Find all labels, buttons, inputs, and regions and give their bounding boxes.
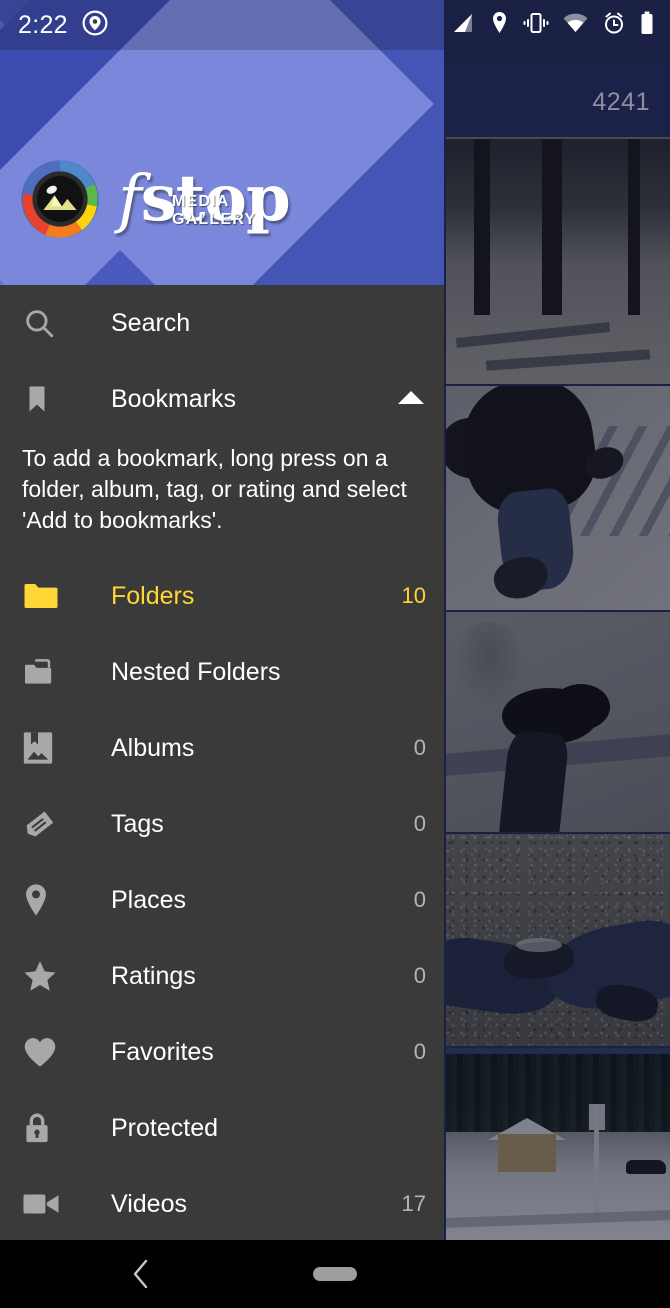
wifi-icon (563, 13, 588, 38)
drawer-item-protected[interactable]: Protected (0, 1090, 444, 1166)
drawer-item-folders[interactable]: Folders 10 (0, 558, 444, 634)
status-bar: 2:22 (0, 0, 670, 50)
drawer-item-label: Favorites (111, 1037, 214, 1066)
app-logo: fstop MEDIA GALLERY (14, 153, 291, 245)
star-icon (22, 959, 68, 993)
thumbnail-image (446, 834, 670, 1046)
drawer-item-label: Tags (111, 809, 164, 838)
drawer-item-search[interactable]: Search (0, 285, 444, 361)
cellular-signal-icon (452, 12, 476, 39)
thumbnail-image (446, 139, 670, 384)
drawer-item-count: 0 (413, 811, 426, 836)
drawer-item-count: 0 (413, 1039, 426, 1064)
drawer-menu-list: Search Bookmarks To add a bookmark, long… (0, 285, 444, 1240)
tag-icon (22, 807, 68, 841)
drawer-item-albums[interactable]: Albums 0 (0, 710, 444, 786)
drawer-item-label: Folders (111, 581, 195, 610)
drawer-item-count: 10 (401, 583, 426, 608)
gallery-thumbnail[interactable] (446, 1048, 670, 1240)
gallery-thumbnail[interactable] (446, 834, 670, 1046)
drawer-item-label: Bookmarks (111, 384, 237, 413)
fstop-logo-icon (21, 160, 99, 238)
nested-folder-icon (22, 656, 68, 688)
drawer-item-label: Search (111, 308, 191, 337)
drawer-item-tags[interactable]: Tags 0 (0, 786, 444, 862)
drawer-item-label: Ratings (111, 961, 196, 990)
gallery-thumbnail[interactable] (446, 612, 670, 832)
drawer-item-label: Protected (111, 1113, 219, 1142)
video-camera-icon (22, 1191, 68, 1217)
heart-icon (22, 1036, 68, 1068)
logo-subtitle: MEDIA GALLERY (172, 193, 257, 228)
thumbnail-image (446, 386, 670, 610)
system-navigation-bar (0, 1240, 670, 1308)
vibrate-icon (523, 12, 549, 39)
drawer-item-bookmarks[interactable]: Bookmarks (0, 361, 444, 437)
bookmark-icon (22, 382, 68, 416)
logo-wordmark: fstop MEDIA GALLERY (118, 167, 291, 232)
drawer-item-ratings[interactable]: Ratings 0 (0, 938, 444, 1014)
drawer-item-videos[interactable]: Videos 17 (0, 1166, 444, 1240)
gallery-thumbnail[interactable] (446, 139, 670, 384)
album-icon (22, 731, 68, 765)
battery-icon (640, 11, 654, 40)
home-pill-indicator[interactable] (313, 1267, 357, 1281)
drawer-item-label: Videos (111, 1189, 187, 1218)
place-pin-icon (22, 883, 68, 917)
bookmarks-hint-text: To add a bookmark, long press on a folde… (22, 445, 407, 533)
drawer-item-nested-folders[interactable]: Nested Folders (0, 634, 444, 710)
lock-icon (22, 1111, 68, 1145)
location-pin-icon (490, 11, 509, 40)
gallery-thumbnail[interactable] (446, 386, 670, 610)
alarm-icon (602, 11, 626, 40)
drawer-item-label: Places (111, 885, 187, 914)
drawer-item-count: 17 (401, 1191, 426, 1216)
navigation-drawer: fstop MEDIA GALLERY Search Bookmarks To … (0, 0, 444, 1240)
search-icon (22, 306, 68, 340)
notification-app-icon (82, 10, 108, 41)
chevron-up-icon[interactable] (396, 388, 426, 411)
thumbnail-image (446, 1048, 670, 1240)
drawer-item-places[interactable]: Places 0 (0, 862, 444, 938)
back-chevron-icon[interactable] (130, 1240, 152, 1308)
phone-screen: 4241 fstop MEDIA GALLERY Search Bookmark… (0, 0, 670, 1308)
folder-icon (22, 581, 68, 611)
drawer-item-label: Nested Folders (111, 657, 281, 686)
status-clock: 2:22 (18, 10, 68, 39)
drawer-item-label: Albums (111, 733, 195, 762)
drawer-item-count: 0 (413, 735, 426, 760)
drawer-item-count: 0 (413, 887, 426, 912)
thumbnail-image (446, 612, 670, 832)
gallery-count-label: 4241 (592, 88, 650, 116)
drawer-item-favorites[interactable]: Favorites 0 (0, 1014, 444, 1090)
logo-letter-f: f (118, 162, 142, 236)
status-bar-left: 2:22 (18, 0, 108, 50)
drawer-item-count: 0 (413, 963, 426, 988)
status-bar-right (452, 0, 654, 50)
